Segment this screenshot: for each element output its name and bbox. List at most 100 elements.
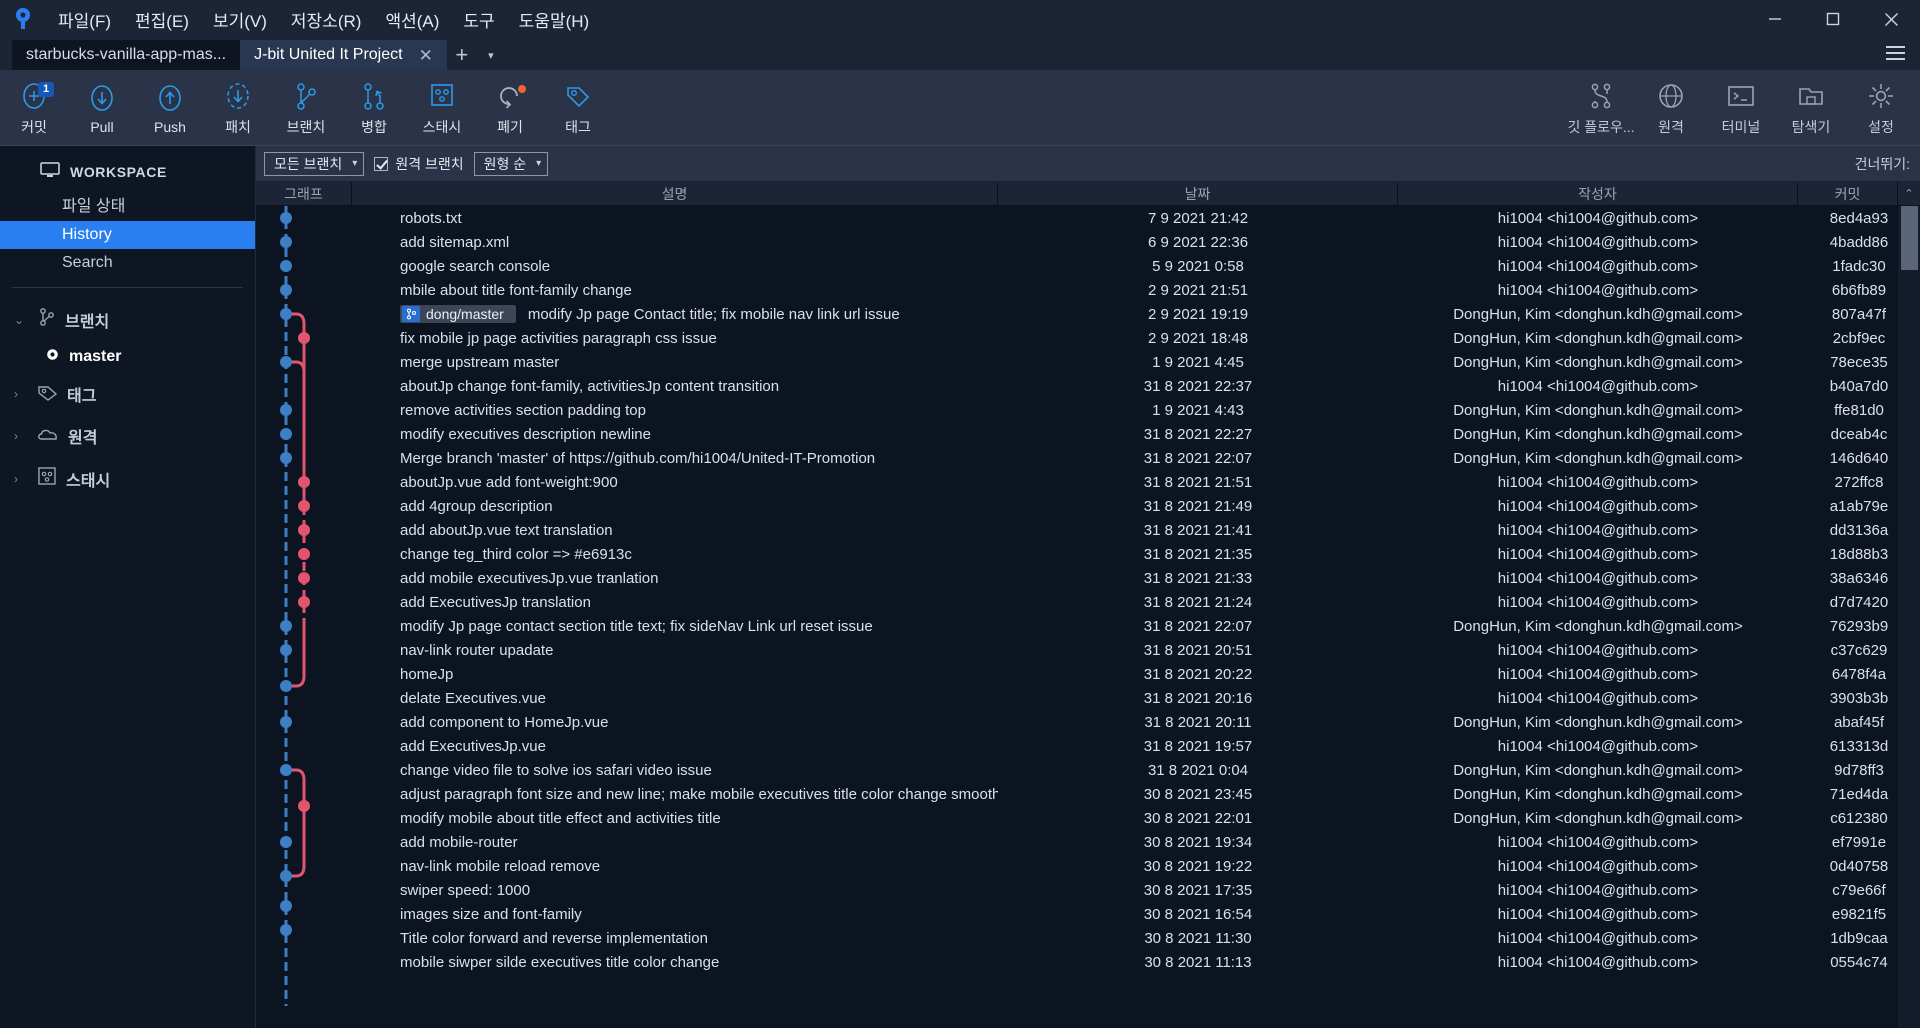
column-header-description[interactable]: 설명 bbox=[352, 181, 998, 206]
column-header-author[interactable]: 작성자 bbox=[1398, 181, 1798, 206]
branch-button[interactable]: 브랜치 bbox=[272, 72, 340, 144]
stash-button[interactable]: 스태시 bbox=[408, 72, 476, 144]
table-row[interactable]: swiper speed: 1000 30 8 2021 17:35 hi1004 … bbox=[256, 878, 1920, 902]
branch-label: 브랜치 bbox=[286, 119, 326, 135]
push-button[interactable]: Push bbox=[136, 72, 204, 144]
chevron-right-icon[interactable]: › bbox=[14, 472, 28, 486]
merge-button[interactable]: 병합 bbox=[340, 72, 408, 144]
chevron-right-icon[interactable]: › bbox=[14, 429, 28, 443]
table-row[interactable]: mobile siwper silde executives title col… bbox=[256, 950, 1920, 974]
minimize-button[interactable] bbox=[1746, 0, 1804, 38]
sidebar-section-branches[interactable]: ⌄ 브랜치 bbox=[0, 298, 255, 341]
gitflow-button[interactable]: 깃 플로우... bbox=[1566, 72, 1636, 144]
column-header-date[interactable]: 날짜 bbox=[998, 181, 1398, 206]
new-tab-button[interactable]: + bbox=[447, 40, 477, 70]
table-row[interactable]: robots.txt 7 9 2021 21:42 hi1004 <hi1004@g… bbox=[256, 206, 1920, 230]
branch-filter-dropdown[interactable]: 모든 브랜치 ▾ bbox=[264, 151, 365, 176]
discard-button[interactable]: 폐기 bbox=[476, 72, 544, 144]
table-row[interactable]: nav-link mobile reload remove 30 8 2021 1… bbox=[256, 854, 1920, 878]
table-row[interactable]: aboutJp.vue add font-weight:900 31 8 2021… bbox=[256, 470, 1920, 494]
menu-item-actions[interactable]: 액션(A) bbox=[373, 1, 451, 38]
column-header-graph[interactable]: 그래프 bbox=[256, 181, 352, 206]
scrollbar-thumb[interactable] bbox=[1901, 206, 1918, 270]
table-row[interactable]: remove activities section padding top 1 9… bbox=[256, 398, 1920, 422]
commit-author: hi1004 <hi1004@github.com> bbox=[1497, 545, 1699, 563]
table-row[interactable]: add ExecutivesJp translation 31 8 2021 21… bbox=[256, 590, 1920, 614]
sidebar-branch-master[interactable]: master bbox=[0, 341, 255, 373]
chevron-down-icon[interactable]: ⌄ bbox=[14, 313, 28, 327]
table-row[interactable]: adjust paragraph font size and new line;… bbox=[256, 782, 1920, 806]
sidebar-section-tags[interactable]: › 태그 bbox=[0, 373, 255, 415]
table-row[interactable]: add ExecutivesJp.vue 31 8 2021 19:57 hi100… bbox=[256, 734, 1920, 758]
menu-item-view[interactable]: 보기(V) bbox=[201, 1, 279, 38]
commit-description: change teg_third color => #e6913c bbox=[400, 545, 632, 563]
table-row[interactable]: homeJp 31 8 2021 20:22 hi1004 <hi1004@gith… bbox=[256, 662, 1920, 686]
commit-description: change video file to solve ios safari vi… bbox=[400, 761, 712, 779]
commit-date: 2 9 2021 19:19 bbox=[1147, 305, 1249, 323]
maximize-button[interactable] bbox=[1804, 0, 1862, 38]
sidebar-section-remotes[interactable]: › 원격 bbox=[0, 415, 255, 457]
commit-description: mbile about title font-family change bbox=[400, 281, 632, 299]
table-row[interactable]: add 4group description 31 8 2021 21:49 hi1… bbox=[256, 494, 1920, 518]
table-row[interactable]: fix mobile jp page activities paragraph … bbox=[256, 326, 1920, 350]
table-row[interactable]: add aboutJp.vue text translation 31 8 202… bbox=[256, 518, 1920, 542]
sort-order-dropdown[interactable]: 원형 순 ▾ bbox=[473, 151, 549, 176]
table-row[interactable]: delate Executives.vue 31 8 2021 20:16 hi10… bbox=[256, 686, 1920, 710]
table-row[interactable]: add mobile executivesJp.vue tranlation 31… bbox=[256, 566, 1920, 590]
sidebar-item-search[interactable]: Search bbox=[0, 249, 255, 277]
branch-tag-chip[interactable]: dong/master bbox=[400, 305, 516, 323]
table-row[interactable]: add sitemap.xml 6 9 2021 22:36 hi1004 <hi1… bbox=[256, 230, 1920, 254]
table-row[interactable]: dong/master modify Jp page Contact title… bbox=[256, 302, 1920, 326]
sidebar-item-file-status[interactable]: 파일 상태 bbox=[0, 187, 255, 221]
checkbox-checked-icon[interactable] bbox=[374, 156, 389, 171]
chevron-right-icon[interactable]: › bbox=[14, 387, 28, 401]
commit-author: hi1004 <hi1004@github.com> bbox=[1497, 473, 1699, 491]
menu-item-help[interactable]: 도움말(H) bbox=[507, 1, 602, 38]
vertical-scrollbar[interactable] bbox=[1898, 206, 1920, 1028]
table-row[interactable]: nav-link router upadate 31 8 2021 20:51 hi… bbox=[256, 638, 1920, 662]
terminal-button[interactable]: 터미널 bbox=[1706, 72, 1776, 144]
menu-item-edit[interactable]: 편집(E) bbox=[123, 1, 201, 38]
main-menu-hamburger-icon[interactable] bbox=[1880, 40, 1910, 66]
column-header-commit[interactable]: 커밋 bbox=[1798, 181, 1898, 206]
terminal-icon bbox=[1726, 78, 1756, 114]
table-row[interactable]: mbile about title font-family change 2 9 … bbox=[256, 278, 1920, 302]
table-row[interactable]: add component to HomeJp.vue 31 8 2021 20:… bbox=[256, 710, 1920, 734]
tab-starbucks[interactable]: starbucks-vanilla-app-mas... bbox=[12, 40, 241, 70]
table-row[interactable]: Merge branch 'master' of https://github.… bbox=[256, 446, 1920, 470]
commit-author: DongHun, Kim <donghun.kdh@gmail.com> bbox=[1453, 713, 1743, 731]
pull-button[interactable]: Pull bbox=[68, 72, 136, 144]
table-row[interactable]: change teg_third color => #e6913c 31 8 20… bbox=[256, 542, 1920, 566]
table-row[interactable]: modify executives description newline 31 … bbox=[256, 422, 1920, 446]
table-row[interactable]: aboutJp change font-family, activitiesJp… bbox=[256, 374, 1920, 398]
commit-table[interactable]: robots.txt 7 9 2021 21:42 hi1004 <hi1004@g… bbox=[256, 206, 1920, 1028]
settings-button[interactable]: 설정 bbox=[1846, 72, 1916, 144]
explorer-button[interactable]: 탐색기 bbox=[1776, 72, 1846, 144]
commit-button[interactable]: 1 커밋 bbox=[0, 72, 68, 144]
scroll-up-icon[interactable]: ⌃ bbox=[1898, 182, 1920, 206]
commit-description: add component to HomeJp.vue bbox=[400, 713, 609, 731]
table-row[interactable]: merge upstream master 1 9 2021 4:45 DongHu… bbox=[256, 350, 1920, 374]
table-row[interactable]: modify Jp page contact section title tex… bbox=[256, 614, 1920, 638]
tag-button[interactable]: 태그 bbox=[544, 72, 612, 144]
close-button[interactable] bbox=[1862, 0, 1920, 38]
remote-branches-checkbox[interactable]: 원격 브랜치 bbox=[374, 154, 464, 174]
remote-button[interactable]: 원격 bbox=[1636, 72, 1706, 144]
commit-author: DongHun, Kim <donghun.kdh@gmail.com> bbox=[1453, 449, 1743, 467]
table-row[interactable]: Title color forward and reverse implemen… bbox=[256, 926, 1920, 950]
menu-item-tools[interactable]: 도구 bbox=[451, 1, 506, 38]
tab-close-icon[interactable]: ✕ bbox=[419, 47, 433, 64]
table-row[interactable]: images size and font-family 30 8 2021 16:… bbox=[256, 902, 1920, 926]
table-row[interactable]: add mobile-router 30 8 2021 19:34 hi1004 <… bbox=[256, 830, 1920, 854]
menu-item-file[interactable]: 파일(F) bbox=[46, 1, 123, 38]
tab-list-dropdown-icon[interactable]: ▾ bbox=[477, 40, 505, 70]
commit-author: hi1004 <hi1004@github.com> bbox=[1497, 377, 1699, 395]
fetch-button[interactable]: 패치 bbox=[204, 72, 272, 144]
sidebar-item-history[interactable]: History bbox=[0, 221, 255, 249]
table-row[interactable]: google search console 5 9 2021 0:58 hi1004… bbox=[256, 254, 1920, 278]
tab-jbit-united[interactable]: J-bit United It Project ✕ bbox=[240, 40, 447, 70]
table-row[interactable]: modify mobile about title effect and act… bbox=[256, 806, 1920, 830]
sidebar-section-stashes[interactable]: › 스태시 bbox=[0, 457, 255, 500]
table-row[interactable]: change video file to solve ios safari vi… bbox=[256, 758, 1920, 782]
menu-item-repository[interactable]: 저장소(R) bbox=[279, 1, 374, 38]
